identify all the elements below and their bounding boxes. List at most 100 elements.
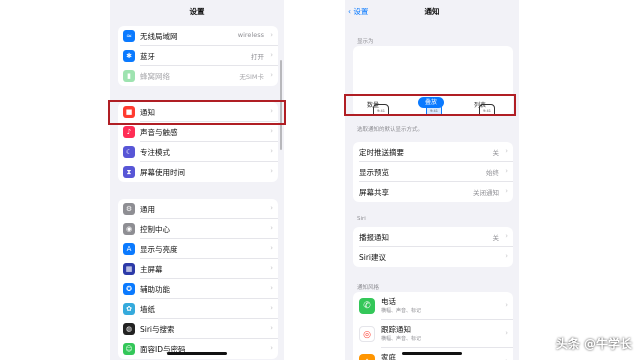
display-as-header: 显示为: [357, 39, 374, 45]
face-id-row[interactable]: ☺ 面容ID与密码 ›: [118, 339, 278, 359]
phone-app-row[interactable]: ✆ 电话 横幅、声音、标记 ›: [353, 292, 513, 320]
scheduled-summary-row[interactable]: 定时推送摘要 关 ›: [353, 142, 513, 162]
siri-suggestions-label: Siri建议: [359, 253, 387, 262]
home-indicator[interactable]: [402, 352, 462, 355]
chevron-right-icon: ›: [270, 264, 273, 272]
focus-icon: ☾: [123, 146, 135, 158]
wifi-value: wireless: [237, 31, 264, 39]
control-center-icon: ◉: [123, 223, 135, 235]
chevron-right-icon: ›: [270, 127, 273, 135]
show-previews-row[interactable]: 显示预览 始终 ›: [353, 162, 513, 182]
siri-search-row[interactable]: ◍ Siri与搜索 ›: [118, 319, 278, 339]
find-my-app-sub: 横幅、声音、标记: [381, 336, 422, 342]
focus-label: 专注模式: [140, 148, 170, 157]
sound-icon: ♪: [123, 126, 135, 138]
chevron-right-icon: ›: [270, 167, 273, 175]
screen-sharing-value: 关闭通知: [473, 189, 499, 197]
display-icon: A: [123, 243, 135, 255]
notification-style-header: 通知风格: [357, 285, 380, 291]
siri-group: 播报通知 关 › Siri建议 ›: [353, 227, 513, 267]
wallpaper-row[interactable]: ✿ 墙纸 ›: [118, 299, 278, 319]
cellular-row[interactable]: ▮ 蜂窝网络 无SIM卡 ›: [118, 66, 278, 86]
chevron-right-icon: ›: [270, 71, 273, 79]
announce-label: 播报通知: [359, 233, 389, 242]
siri-header: Siri: [357, 216, 366, 222]
wallpaper-label: 墙纸: [140, 305, 155, 314]
focus-row[interactable]: ☾ 专注模式 ›: [118, 142, 278, 162]
face-id-icon: ☺: [123, 343, 135, 355]
chevron-right-icon: ›: [270, 51, 273, 59]
wallpaper-icon: ✿: [123, 303, 135, 315]
chevron-right-icon: ›: [505, 232, 508, 240]
home-app-name: 家庭: [381, 353, 396, 360]
delivery-group: 定时推送摘要 关 › 显示预览 始终 › 屏幕共享 关闭通知 ›: [353, 142, 513, 202]
watermark: 头条 @牛学长: [555, 337, 632, 351]
siri-search-label: Siri与搜索: [140, 325, 175, 334]
wifi-icon: ≈: [123, 30, 135, 42]
display-row[interactable]: A 显示与亮度 ›: [118, 239, 278, 259]
find-my-app-icon: ◎: [359, 326, 375, 342]
cellular-value: 无SIM卡: [239, 73, 264, 81]
chevron-right-icon: ›: [505, 147, 508, 155]
general-group: ⚙ 通用 › ◉ 控制中心 › A 显示与亮度 › ▦ 主屏幕 › ✪ 辅助功能…: [118, 199, 278, 359]
page-title: 设置: [189, 7, 205, 16]
screen-sharing-row[interactable]: 屏幕共享 关闭通知 ›: [353, 182, 513, 202]
chevron-right-icon: ›: [505, 167, 508, 175]
accessibility-row[interactable]: ✪ 辅助功能 ›: [118, 279, 278, 299]
connectivity-group: ≈ 无线局域网 wireless › ✱ 蓝牙 打开 › ▮ 蜂窝网络 无SIM…: [118, 26, 278, 86]
find-my-app-row[interactable]: ◎ 跟踪通知 横幅、声音、标记 ›: [353, 320, 513, 348]
cellular-label: 蜂窝网络: [140, 72, 170, 81]
home-indicator[interactable]: [167, 352, 227, 355]
general-row[interactable]: ⚙ 通用 ›: [118, 199, 278, 219]
notifications-screen: ‹ 设置 通知 显示为 9:41 9:41 9:41 数量 叠放 列表 选取通知…: [345, 0, 519, 360]
phone-app-sub: 横幅、声音、标记: [381, 308, 422, 314]
display-label: 显示与亮度: [140, 245, 178, 254]
announce-notifications-row[interactable]: 播报通知 关 ›: [353, 227, 513, 247]
scheduled-summary-label: 定时推送摘要: [359, 148, 404, 157]
accessibility-label: 辅助功能: [140, 285, 170, 294]
display-style-highlight: [344, 94, 516, 116]
bluetooth-row[interactable]: ✱ 蓝牙 打开 ›: [118, 46, 278, 66]
siri-icon: ◍: [123, 323, 135, 335]
screen-time-row[interactable]: ⧗ 屏幕使用时间 ›: [118, 162, 278, 182]
notifications-highlight: [108, 100, 286, 125]
chevron-right-icon: ›: [505, 329, 508, 337]
home-screen-icon: ▦: [123, 263, 135, 275]
chevron-right-icon: ›: [270, 204, 273, 212]
accessibility-icon: ✪: [123, 283, 135, 295]
chevron-right-icon: ›: [270, 224, 273, 232]
wifi-row[interactable]: ≈ 无线局域网 wireless ›: [118, 26, 278, 46]
siri-suggestions-row[interactable]: Siri建议 ›: [353, 247, 513, 267]
chevron-right-icon: ›: [270, 344, 273, 352]
chevron-right-icon: ›: [270, 147, 273, 155]
general-label: 通用: [140, 205, 155, 214]
scheduled-summary-value: 关: [492, 149, 500, 157]
chevron-right-icon: ›: [270, 304, 273, 312]
bluetooth-label: 蓝牙: [140, 52, 155, 61]
home-screen-label: 主屏幕: [140, 265, 163, 274]
show-previews-label: 显示预览: [359, 168, 389, 177]
find-my-app-name: 跟踪通知: [381, 325, 411, 334]
home-app-icon: ⌂: [359, 354, 375, 360]
cellular-icon: ▮: [123, 70, 135, 82]
show-previews-value: 始终: [486, 169, 499, 177]
wifi-label: 无线局域网: [140, 32, 178, 41]
display-footnote: 选取通知的默认显示方式。: [357, 127, 424, 133]
settings-screen: 设置 ≈ 无线局域网 wireless › ✱ 蓝牙 打开 › ▮ 蜂窝网络 无…: [110, 0, 284, 360]
screen-sharing-label: 屏幕共享: [359, 188, 389, 197]
page-title: 通知: [424, 7, 440, 16]
bluetooth-value: 打开: [251, 53, 264, 61]
control-center-row[interactable]: ◉ 控制中心 ›: [118, 219, 278, 239]
control-center-label: 控制中心: [140, 225, 170, 234]
chevron-right-icon: ›: [505, 252, 508, 260]
screen-time-label: 屏幕使用时间: [140, 168, 185, 177]
bluetooth-icon: ✱: [123, 50, 135, 62]
chevron-right-icon: ›: [270, 284, 273, 292]
sounds-label: 声音与触感: [140, 128, 178, 137]
phone-app-name: 电话: [381, 297, 396, 306]
chevron-right-icon: ›: [270, 324, 273, 332]
home-screen-row[interactable]: ▦ 主屏幕 ›: [118, 259, 278, 279]
chevron-right-icon: ›: [270, 31, 273, 39]
phone-app-icon: ✆: [359, 298, 375, 314]
sounds-row[interactable]: ♪ 声音与触感 ›: [118, 122, 278, 142]
